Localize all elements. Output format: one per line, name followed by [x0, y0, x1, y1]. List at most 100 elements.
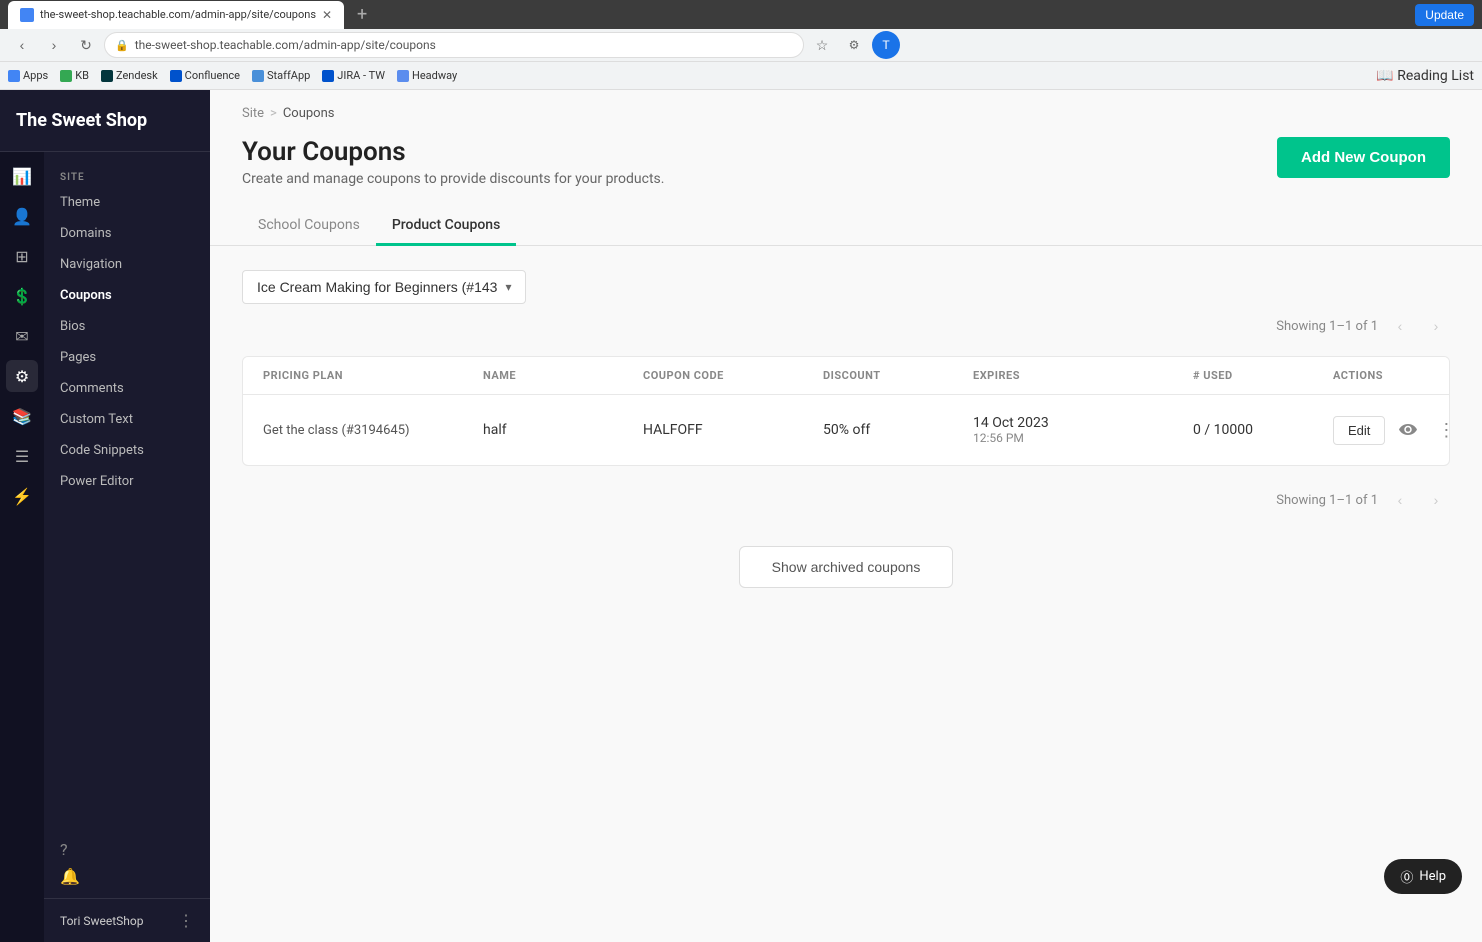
sidebar-section-site: SITE [44, 160, 210, 187]
sidebar-label-domains: Domains [60, 226, 111, 241]
tab-favicon [20, 8, 34, 22]
chevron-down-icon: ▾ [505, 280, 511, 294]
product-dropdown[interactable]: Ice Cream Making for Beginners (#143 ▾ [242, 270, 526, 304]
th-name: NAME [483, 369, 643, 382]
bookmark-headway[interactable]: Headway [397, 69, 457, 82]
sidebar-nav: SITE Theme Domains Navigation Coupons Bi [44, 152, 210, 828]
page-header: Your Coupons Create and manage coupons t… [210, 121, 1482, 187]
lock-icon: 🔒 [115, 39, 129, 52]
sidebar-item-coupons[interactable]: Coupons [44, 280, 210, 311]
browser-controls: ‹ › ↻ 🔒 the-sweet-shop.teachable.com/adm… [0, 29, 1482, 62]
bookmark-staffapp[interactable]: StaffApp [252, 69, 310, 82]
tab-bar: the-sweet-shop.teachable.com/admin-app/s… [0, 0, 1482, 29]
td-expires-date: 14 Oct 2023 [973, 415, 1193, 431]
bookmark-kb[interactable]: KB [60, 69, 89, 82]
pagination-prev-btn[interactable]: ‹ [1386, 312, 1414, 340]
more-options-button[interactable]: ⋮ [1431, 415, 1450, 445]
content-area: Ice Cream Making for Beginners (#143 ▾ S… [210, 246, 1482, 942]
sidebar-label-comments: Comments [60, 381, 124, 396]
url-text: the-sweet-shop.teachable.com/admin-app/s… [135, 38, 436, 52]
page-header-text: Your Coupons Create and manage coupons t… [242, 137, 664, 187]
th-coupon-code: COUPON CODE [643, 369, 823, 382]
sidebar-item-code-snippets[interactable]: Code Snippets [44, 435, 210, 466]
th-used: # USED [1193, 369, 1333, 382]
breadcrumb-site[interactable]: Site [242, 106, 264, 121]
coupon-table: PRICING PLAN NAME COUPON CODE DISCOUNT E… [242, 356, 1450, 466]
show-archived-button[interactable]: Show archived coupons [739, 546, 954, 588]
app-layout: The Sweet Shop 📊 👤 ⊞ 💲 ✉ ⚙ 📚 ☰ ⚡ SITE Th… [0, 90, 1482, 942]
star-btn[interactable]: ☆ [808, 31, 836, 59]
breadcrumb-current: Coupons [283, 106, 335, 121]
reading-list-btn[interactable]: 📖 Reading List [1376, 68, 1474, 84]
sidebar-icon-activity[interactable]: 📊 [6, 160, 38, 192]
sidebar-icon-mail[interactable]: ✉ [6, 320, 38, 352]
sidebar-item-comments[interactable]: Comments [44, 373, 210, 404]
back-btn[interactable]: ‹ [8, 31, 36, 59]
breadcrumb: Site > Coupons [210, 90, 1482, 121]
td-used: 0 / 10000 [1193, 422, 1333, 438]
sidebar-logo: The Sweet Shop [0, 90, 210, 152]
main-content: Site > Coupons Your Coupons Create and m… [210, 90, 1482, 942]
view-coupon-button[interactable] [1393, 415, 1423, 445]
td-coupon-code: HALFOFF [643, 422, 823, 438]
browser-chrome: the-sweet-shop.teachable.com/admin-app/s… [0, 0, 1482, 62]
sidebar-icon-list[interactable]: ☰ [6, 440, 38, 472]
sidebar-item-power-editor[interactable]: Power Editor [44, 466, 210, 497]
sidebar-icon-dollar[interactable]: 💲 [6, 280, 38, 312]
sidebar-bell-icon[interactable]: 🔔 [60, 867, 194, 886]
sidebar-item-navigation[interactable]: Navigation [44, 249, 210, 280]
sidebar-icon-settings[interactable]: ⚙ [6, 360, 38, 392]
bookmark-jira[interactable]: JIRA - TW [322, 69, 385, 82]
pagination-bottom-showing: Showing 1–1 of 1 [1276, 493, 1378, 508]
table-row: Get the class (#3194645) half HALFOFF 50… [243, 395, 1449, 465]
sidebar-bottom-icons: ? 🔔 [44, 828, 210, 898]
td-actions: Edit ⋮ [1333, 415, 1450, 445]
sidebar-label-coupons: Coupons [60, 288, 112, 303]
help-button[interactable]: ⓪ Help [1384, 859, 1462, 894]
td-pricing-plan: Get the class (#3194645) [263, 423, 483, 438]
sidebar-label-theme: Theme [60, 195, 100, 210]
th-actions: ACTIONS [1333, 369, 1429, 382]
sidebar-label-power-editor: Power Editor [60, 474, 134, 489]
new-tab-btn[interactable]: + [348, 1, 376, 29]
profile-btn[interactable]: T [872, 31, 900, 59]
sidebar-icon-book[interactable]: 📚 [6, 400, 38, 432]
th-discount: DISCOUNT [823, 369, 973, 382]
sidebar-label-pages: Pages [60, 350, 96, 365]
td-name: half [483, 422, 643, 438]
td-expires: 14 Oct 2023 12:56 PM [973, 415, 1193, 445]
sidebar-help-icon[interactable]: ? [60, 840, 194, 859]
table-header: PRICING PLAN NAME COUPON CODE DISCOUNT E… [243, 357, 1449, 395]
sidebar-item-custom-text[interactable]: Custom Text [44, 404, 210, 435]
sidebar-item-theme[interactable]: Theme [44, 187, 210, 218]
bookmark-apps[interactable]: Apps [8, 69, 48, 82]
tab-product-coupons[interactable]: Product Coupons [376, 207, 516, 246]
sidebar-item-pages[interactable]: Pages [44, 342, 210, 373]
sidebar-icon-grid[interactable]: ⊞ [6, 240, 38, 272]
sidebar-label-code-snippets: Code Snippets [60, 443, 144, 458]
sidebar-icon-users[interactable]: 👤 [6, 200, 38, 232]
tab-close[interactable]: ✕ [322, 8, 332, 22]
sidebar-label-custom-text: Custom Text [60, 412, 133, 427]
sidebar-icon-bolt[interactable]: ⚡ [6, 480, 38, 512]
bookmark-zendesk[interactable]: Zendesk [101, 69, 158, 82]
edit-coupon-button[interactable]: Edit [1333, 416, 1385, 445]
bookmark-confluence[interactable]: Confluence [170, 69, 240, 82]
show-archived-container: Show archived coupons [242, 546, 1450, 588]
update-btn[interactable]: Update [1415, 4, 1474, 26]
address-bar[interactable]: 🔒 the-sweet-shop.teachable.com/admin-app… [104, 32, 804, 58]
extension-btn[interactable]: ⚙ [840, 31, 868, 59]
reload-btn[interactable]: ↻ [72, 31, 100, 59]
tab-school-coupons[interactable]: School Coupons [242, 207, 376, 246]
sidebar-label-bios: Bios [60, 319, 85, 334]
pagination-next-btn[interactable]: › [1422, 312, 1450, 340]
sidebar: The Sweet Shop 📊 👤 ⊞ 💲 ✉ ⚙ 📚 ☰ ⚡ SITE Th… [0, 90, 210, 942]
sidebar-icon-strip: 📊 👤 ⊞ 💲 ✉ ⚙ 📚 ☰ ⚡ [0, 152, 44, 942]
active-tab[interactable]: the-sweet-shop.teachable.com/admin-app/s… [8, 1, 344, 29]
add-coupon-button[interactable]: Add New Coupon [1277, 137, 1450, 178]
forward-btn[interactable]: › [40, 31, 68, 59]
sidebar-item-bios[interactable]: Bios [44, 311, 210, 342]
pagination-bottom-prev-btn[interactable]: ‹ [1386, 486, 1414, 514]
sidebar-item-domains[interactable]: Domains [44, 218, 210, 249]
pagination-bottom-next-btn[interactable]: › [1422, 486, 1450, 514]
